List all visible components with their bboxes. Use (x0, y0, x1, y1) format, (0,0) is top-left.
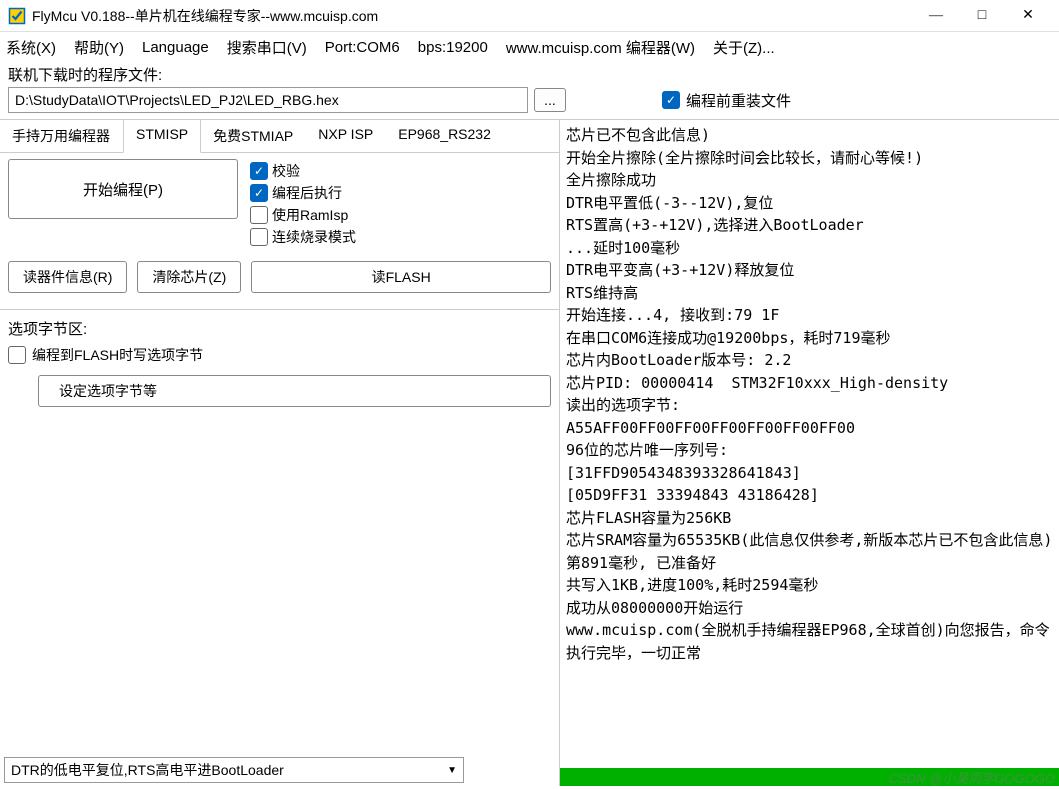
minimize-button[interactable]: — (913, 1, 959, 31)
verify-check[interactable]: ✓校验 (250, 161, 356, 181)
menu-website[interactable]: www.mcuisp.com 编程器(W) (506, 37, 695, 58)
tab-bar: 手持万用编程器 STMISP 免费STMIAP NXP ISP EP968_RS… (0, 120, 559, 153)
read-device-info-button[interactable]: 读器件信息(R) (8, 261, 127, 293)
start-programming-button[interactable]: 开始编程(P) (8, 159, 238, 219)
erase-chip-button[interactable]: 清除芯片(Z) (137, 261, 241, 293)
menu-bar: 系统(X) 帮助(Y) Language 搜索串口(V) Port:COM6 b… (0, 32, 1059, 62)
tab-ep968[interactable]: EP968_RS232 (386, 120, 504, 152)
log-output: 芯片已不包含此信息) 开始全片擦除(全片擦除时间会比较长，请耐心等候!) 全片擦… (560, 120, 1059, 768)
window-title: FlyMcu V0.188--单片机在线编程专家--www.mcuisp.com (32, 6, 913, 26)
read-flash-button[interactable]: 读FLASH (251, 261, 551, 293)
reload-checkbox-row[interactable]: ✓ 编程前重装文件 (662, 90, 791, 111)
combo-value: DTR的低电平复位,RTS高电平进BootLoader (11, 760, 284, 780)
watermark: CSDN @小吴同学GOGOGO (889, 768, 1055, 787)
menu-bps[interactable]: bps:19200 (418, 39, 488, 56)
reload-label: 编程前重装文件 (686, 90, 791, 111)
write-option-bytes-check[interactable]: 编程到FLASH时写选项字节 (8, 345, 551, 365)
file-label: 联机下载时的程序文件: (8, 64, 1051, 85)
tab-handheld[interactable]: 手持万用编程器 (0, 120, 123, 152)
maximize-button[interactable]: □ (959, 1, 1005, 31)
file-area: 联机下载时的程序文件: ... ✓ 编程前重装文件 (0, 62, 1059, 119)
menu-language[interactable]: Language (142, 39, 209, 56)
tab-stmisp[interactable]: STMISP (123, 120, 201, 153)
reset-mode-combo[interactable]: DTR的低电平复位,RTS高电平进BootLoader ▼ (4, 757, 464, 783)
chevron-down-icon: ▼ (447, 765, 457, 776)
options-section: 选项字节区: 编程到FLASH时写选项字节 设定选项字节等 (0, 309, 559, 415)
status-bar: CSDN @小吴同学GOGOGO (560, 768, 1059, 786)
tab-stmiap[interactable]: 免费STMIAP (201, 120, 306, 152)
file-path-input[interactable] (8, 87, 528, 113)
reload-checkbox[interactable]: ✓ (662, 91, 680, 109)
use-ramisp-check[interactable]: 使用RamIsp (250, 205, 356, 225)
menu-system[interactable]: 系统(X) (6, 37, 56, 58)
run-after-check[interactable]: ✓编程后执行 (250, 183, 356, 203)
left-panel: 手持万用编程器 STMISP 免费STMIAP NXP ISP EP968_RS… (0, 120, 560, 786)
right-panel: 芯片已不包含此信息) 开始全片擦除(全片擦除时间会比较长，请耐心等候!) 全片擦… (560, 120, 1059, 786)
title-bar: FlyMcu V0.188--单片机在线编程专家--www.mcuisp.com… (0, 0, 1059, 32)
close-button[interactable]: ✕ (1005, 1, 1051, 31)
menu-help[interactable]: 帮助(Y) (74, 37, 124, 58)
browse-button[interactable]: ... (534, 88, 566, 112)
set-option-bytes-button[interactable]: 设定选项字节等 (38, 375, 551, 407)
tab-nxpisp[interactable]: NXP ISP (306, 120, 386, 152)
options-label: 选项字节区: (8, 318, 551, 339)
menu-port[interactable]: Port:COM6 (325, 39, 400, 56)
menu-about[interactable]: 关于(Z)... (713, 37, 775, 58)
menu-search-port[interactable]: 搜索串口(V) (227, 37, 307, 58)
tab-content: 开始编程(P) ✓校验 ✓编程后执行 使用RamIsp 连续烧录模式 读器件信息… (0, 153, 559, 299)
app-icon (8, 7, 26, 25)
continuous-check[interactable]: 连续烧录模式 (250, 227, 356, 247)
